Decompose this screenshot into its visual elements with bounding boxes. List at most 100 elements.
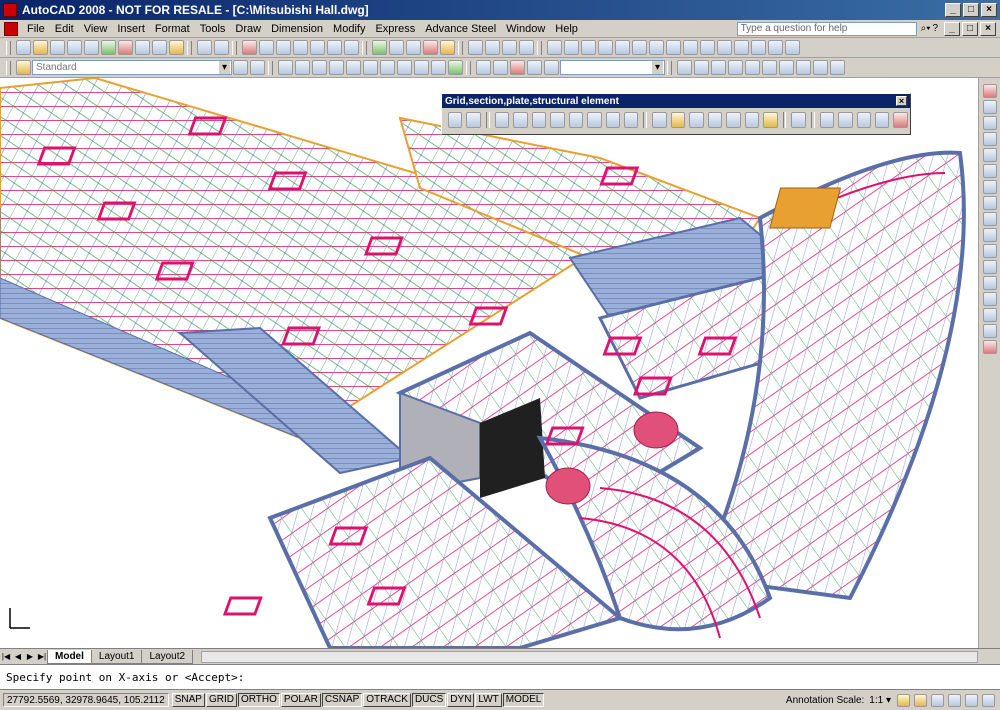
annotation-visibility-icon[interactable]: [897, 693, 910, 707]
design-center-icon[interactable]: [327, 40, 342, 55]
dim-space-icon[interactable]: [734, 40, 749, 55]
dim-break-icon[interactable]: [751, 40, 766, 55]
dim-linear-icon[interactable]: [547, 40, 562, 55]
zoom-icon-2[interactable]: [694, 60, 709, 75]
explode-icon[interactable]: [982, 340, 997, 354]
compound-beam-icon[interactable]: [605, 112, 620, 128]
ucs-object-icon[interactable]: [510, 60, 525, 75]
grid-toggle[interactable]: GRID: [205, 693, 237, 707]
cut-icon[interactable]: [118, 40, 133, 55]
erase-icon[interactable]: [982, 84, 997, 98]
poly-plate-icon[interactable]: [670, 112, 686, 128]
zoom-in-icon[interactable]: [762, 60, 777, 75]
zoom-icon-3[interactable]: [711, 60, 726, 75]
structural-element-icon[interactable]: [791, 112, 806, 128]
previous-tab-icon[interactable]: ◀: [12, 651, 24, 663]
cursor-coordinates[interactable]: 27792.5569, 32978.9645, 105.2112: [3, 693, 169, 707]
doc-restore-button[interactable]: □: [962, 21, 978, 36]
zoom-all-icon[interactable]: [796, 60, 811, 75]
stretch-icon[interactable]: [982, 212, 997, 226]
dim-arc-icon[interactable]: [581, 40, 596, 55]
annotation-scale-dropdown[interactable]: 1:1 ▾: [869, 695, 891, 706]
scale-icon[interactable]: [982, 196, 997, 210]
rotate-icon[interactable]: [982, 180, 997, 194]
floating-toolbar-close-button[interactable]: ×: [896, 96, 907, 106]
view-sw-iso-icon[interactable]: [380, 60, 395, 75]
layer-previous-icon[interactable]: [250, 60, 265, 75]
tab-model[interactable]: Model: [47, 649, 92, 664]
close-button[interactable]: ×: [981, 3, 997, 17]
center-mark-icon[interactable]: [785, 40, 800, 55]
lock-icon[interactable]: [931, 693, 944, 707]
offset-icon[interactable]: [982, 132, 997, 146]
folded-plate-icon[interactable]: [689, 112, 704, 128]
ucs-combo[interactable]: [560, 60, 665, 75]
plate-at-polyline-icon[interactable]: [763, 112, 778, 128]
ucs-origin-icon[interactable]: [544, 60, 559, 75]
first-tab-icon[interactable]: |◀: [0, 651, 12, 663]
join-icon[interactable]: [982, 292, 997, 306]
publish-icon[interactable]: [101, 40, 116, 55]
menu-help[interactable]: Help: [550, 23, 583, 35]
beam-icon[interactable]: [494, 112, 510, 128]
menu-draw[interactable]: Draw: [230, 23, 266, 35]
dim-diameter-icon[interactable]: [649, 40, 664, 55]
break-icon[interactable]: [982, 276, 997, 290]
shaded-icon[interactable]: [423, 40, 438, 55]
help-icon[interactable]: ?: [932, 23, 938, 34]
zoom-icon-1[interactable]: [677, 60, 692, 75]
folded-beam-icon[interactable]: [587, 112, 602, 128]
layer-style-combo[interactable]: Standard: [32, 60, 232, 75]
zoom-window2-icon[interactable]: [830, 60, 845, 75]
autocad-app-icon[interactable]: [3, 3, 17, 17]
camera-icon[interactable]: [448, 60, 463, 75]
properties-icon[interactable]: [310, 40, 325, 55]
ucs-world-icon[interactable]: [493, 60, 508, 75]
trim-icon[interactable]: [982, 228, 997, 242]
zoom-previous-icon[interactable]: [293, 40, 308, 55]
merge-plate-icon[interactable]: [726, 112, 741, 128]
menu-modify[interactable]: Modify: [328, 23, 370, 35]
lwt-toggle[interactable]: LWT: [475, 693, 502, 707]
view-back-icon[interactable]: [363, 60, 378, 75]
mirror-icon[interactable]: [982, 116, 997, 130]
zoom-window-icon[interactable]: [276, 40, 291, 55]
save-icon[interactable]: [50, 40, 65, 55]
curved-beam-icon[interactable]: [550, 112, 565, 128]
wireframe-icon[interactable]: [389, 40, 404, 55]
railing-icon[interactable]: [893, 112, 908, 128]
zoom-out-icon[interactable]: [779, 60, 794, 75]
snap-toggle[interactable]: SNAP: [171, 693, 205, 707]
dim-baseline-icon[interactable]: [700, 40, 715, 55]
bracing-icon[interactable]: [856, 112, 871, 128]
new-icon[interactable]: [16, 40, 31, 55]
tab-layout2[interactable]: Layout2: [141, 649, 194, 664]
zoom-icon-4[interactable]: [728, 60, 743, 75]
view-ne-iso-icon[interactable]: [414, 60, 429, 75]
preview-icon[interactable]: [84, 40, 99, 55]
dyn-toggle[interactable]: DYN: [447, 693, 475, 707]
tab-layout1[interactable]: Layout1: [90, 649, 143, 664]
next-tab-icon[interactable]: ▶: [24, 651, 36, 663]
zoom-extents-icon[interactable]: [813, 60, 828, 75]
auto-scale-icon[interactable]: [914, 693, 927, 707]
status-tray-settings-icon[interactable]: [965, 693, 978, 707]
chamfer-icon[interactable]: [982, 308, 997, 322]
horizontal-scrollbar[interactable]: [201, 650, 978, 663]
render-icon[interactable]: [440, 40, 455, 55]
building-grid-icon[interactable]: [466, 112, 481, 128]
ucs-view-icon[interactable]: [527, 60, 542, 75]
dim-jogged-icon[interactable]: [632, 40, 647, 55]
menu-tools[interactable]: Tools: [195, 23, 231, 35]
help-search-input[interactable]: Type a question for help: [736, 21, 917, 36]
extend-icon[interactable]: [982, 244, 997, 258]
quick-dim-icon[interactable]: [683, 40, 698, 55]
break-at-point-icon[interactable]: [982, 260, 997, 274]
model-toggle[interactable]: MODEL: [502, 693, 545, 707]
copy-icon[interactable]: [135, 40, 150, 55]
menu-edit[interactable]: Edit: [50, 23, 79, 35]
clean-screen-icon[interactable]: [982, 693, 995, 707]
stair-icon[interactable]: [874, 112, 890, 128]
menu-view[interactable]: View: [79, 23, 113, 35]
menu-format[interactable]: Format: [150, 23, 195, 35]
